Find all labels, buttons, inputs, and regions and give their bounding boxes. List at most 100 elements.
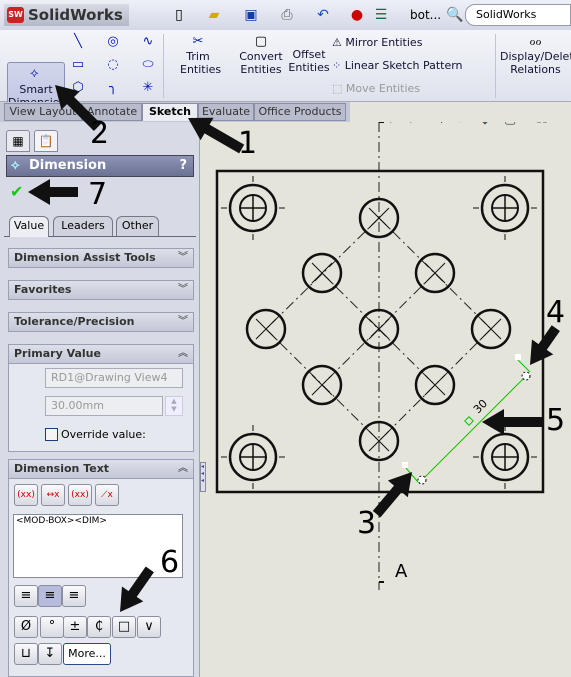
search-icon[interactable]: 🔍 xyxy=(446,6,464,24)
spline-icon[interactable]: ∿ xyxy=(140,34,156,50)
polygon-icon[interactable]: ⬡ xyxy=(70,80,86,96)
move-entities-button[interactable]: ⬚ Move Entities xyxy=(332,82,420,95)
box-modifier xyxy=(464,416,474,426)
counterbore-hole xyxy=(221,425,285,489)
line-icon[interactable]: ╲ xyxy=(70,34,86,50)
dimension-value-field[interactable]: 30.00mm xyxy=(45,396,163,416)
mirror-icon: ⚠ xyxy=(332,36,346,49)
value-spinner[interactable]: ▲ ▼ xyxy=(165,396,183,416)
dimension-handle[interactable] xyxy=(417,475,427,485)
zoom-area-icon[interactable]: ⌕ xyxy=(410,122,417,127)
expand-icon: ︾ xyxy=(178,316,188,327)
ok-check-button[interactable]: ✔ xyxy=(10,182,23,201)
square-symbol-button[interactable]: □ xyxy=(112,616,136,638)
options-icon[interactable]: ☰ xyxy=(372,6,390,24)
previous-view-icon[interactable]: ↰ xyxy=(434,122,445,127)
solidworks-logo[interactable]: SW SolidWorks xyxy=(4,4,129,26)
more-button[interactable]: More... xyxy=(63,643,111,665)
align-right-button[interactable]: ≡ xyxy=(62,585,86,607)
dimension-text-input[interactable]: <MOD-BOX><DIM> xyxy=(13,514,183,578)
smart-dimension-icon: ⟡ xyxy=(30,66,39,81)
open-icon[interactable]: ▰ xyxy=(205,6,223,24)
dimension-icon: ⟡ xyxy=(11,158,20,173)
group-dimension-assist-tools[interactable]: Dimension Assist Tools ︾ xyxy=(8,248,194,268)
collapse-icon: ︽ xyxy=(178,463,188,474)
depth-symbol-button[interactable]: ↧ xyxy=(38,643,62,665)
tab-evaluate[interactable]: Evaluate xyxy=(198,103,254,121)
drawing-canvas[interactable]: A A 30 ⌕ ⌕ ↰ ⟳ ⬙ ▢ ℴℴ xyxy=(205,122,571,677)
document-name: bot... xyxy=(410,8,442,22)
convert-entities-button[interactable]: ▢ Convert Entities xyxy=(238,34,284,76)
pattern-hole xyxy=(470,308,512,350)
dimension-value: 30 xyxy=(471,397,490,416)
align-center-button[interactable]: ≡ xyxy=(38,585,62,607)
move-icon: ⬚ xyxy=(332,82,346,95)
primary-value-body: RD1@Drawing View4 30.00mm ▲ ▼ Override va… xyxy=(8,364,194,452)
counterbore-hole xyxy=(473,425,537,489)
group-primary-value[interactable]: Primary Value ︽ xyxy=(8,344,194,364)
subtab-value[interactable]: Value xyxy=(9,216,49,237)
undo-icon[interactable]: ↶ xyxy=(314,6,332,24)
expand-icon: ︾ xyxy=(178,252,188,263)
zoom-to-fit-icon[interactable]: ⌕ xyxy=(390,122,397,127)
offset-entities-button[interactable]: Offset Entities xyxy=(288,48,330,74)
trim-entities-button[interactable]: ✂ Trim Entities xyxy=(180,34,221,76)
subtab-other[interactable]: Other xyxy=(116,216,159,236)
center-dimension-button[interactable]: ↔x xyxy=(41,484,65,506)
group-tolerance-precision[interactable]: Tolerance/Precision ︾ xyxy=(8,312,194,332)
help-button[interactable]: ? xyxy=(179,156,187,176)
pattern-hole xyxy=(414,252,456,294)
arc-icon[interactable]: ◌ xyxy=(105,57,121,73)
counterbore-symbol-button[interactable]: ⊔ xyxy=(14,643,38,665)
print-icon[interactable]: ⎙ xyxy=(278,6,296,24)
more-symbols-dropdown[interactable]: ∨ xyxy=(137,616,161,638)
command-manager: ⟡ Smart Dimension ╲ ▭ ⬡ ◎ ◌ ╮ ∿ ⬭ ✳ ✂Tri… xyxy=(0,30,571,130)
inspection-dimension-button[interactable]: (xx) xyxy=(68,484,92,506)
offset-text-button[interactable]: ⟋x xyxy=(95,484,119,506)
pattern-hole xyxy=(414,364,456,406)
property-manager-tab[interactable]: 📋 xyxy=(34,130,58,152)
dimension-handle[interactable] xyxy=(521,371,531,381)
fillet-icon[interactable]: ╮ xyxy=(105,80,121,96)
display-style-icon[interactable]: ▢ xyxy=(504,122,516,127)
ellipse-icon[interactable]: ⬭ xyxy=(140,57,156,73)
rebuild-icon[interactable]: ● xyxy=(348,6,366,24)
subtab-leaders[interactable]: Leaders xyxy=(53,216,113,236)
hide-show-icon[interactable]: ℴℴ xyxy=(536,122,548,127)
group-dimension-text[interactable]: Dimension Text ︽ xyxy=(8,459,194,479)
centerline-symbol-button[interactable]: ₵ xyxy=(87,616,111,638)
counterbore-hole xyxy=(473,176,537,240)
linear-sketch-pattern-button[interactable]: ⁘ Linear Sketch Pattern xyxy=(332,59,463,72)
save-icon[interactable]: ▣ xyxy=(242,6,260,24)
view-orientation-icon[interactable]: ⬙ xyxy=(480,122,490,127)
collapse-icon: ︽ xyxy=(178,348,188,359)
display-delete-relations-button[interactable]: ℴℴDisplay/Delete Relations xyxy=(500,34,571,76)
tab-view-layout[interactable]: View Layout xyxy=(4,103,82,121)
mirror-entities-button[interactable]: ⚠ Mirror Entities xyxy=(332,36,422,49)
point-icon[interactable]: ✳ xyxy=(140,80,156,96)
override-value-checkbox[interactable] xyxy=(45,428,58,441)
convert-icon: ▢ xyxy=(254,34,268,49)
plus-minus-symbol-button[interactable]: ± xyxy=(63,616,87,638)
tab-office-products[interactable]: Office Products xyxy=(254,103,346,121)
pattern-icon: ⁘ xyxy=(332,59,345,72)
degree-symbol-button[interactable]: ° xyxy=(40,616,64,638)
search-input[interactable]: SolidWorks Search xyxy=(465,4,571,41)
title-bar: SW SolidWorks ▯ ▰ ▣ ⎙ ↶ ● ☰ bot... 🔍 Soli… xyxy=(0,0,571,41)
diameter-symbol-button[interactable]: Ø xyxy=(14,616,38,638)
rectangle-icon[interactable]: ▭ xyxy=(70,57,86,73)
trim-icon: ✂ xyxy=(192,34,204,49)
align-left-button[interactable]: ≡ xyxy=(14,585,38,607)
feature-tree-tab[interactable]: ▦ xyxy=(6,130,30,152)
new-document-icon[interactable]: ▯ xyxy=(170,6,188,24)
view-toolbar: ⌕ ⌕ ↰ ⟳ ⬙ ▢ ℴℴ xyxy=(390,122,548,127)
divider xyxy=(495,34,496,98)
add-parentheses-button[interactable]: (xx) xyxy=(14,484,38,506)
circle-icon[interactable]: ◎ xyxy=(105,34,121,50)
pattern-hole xyxy=(245,308,287,350)
tab-sketch[interactable]: Sketch xyxy=(142,103,198,121)
tab-annotate[interactable]: Annotate xyxy=(82,103,142,121)
rotate-icon[interactable]: ⟳ xyxy=(456,122,467,127)
dimension-name-field[interactable]: RD1@Drawing View4 xyxy=(45,368,183,388)
group-favorites[interactable]: Favorites ︾ xyxy=(8,280,194,300)
